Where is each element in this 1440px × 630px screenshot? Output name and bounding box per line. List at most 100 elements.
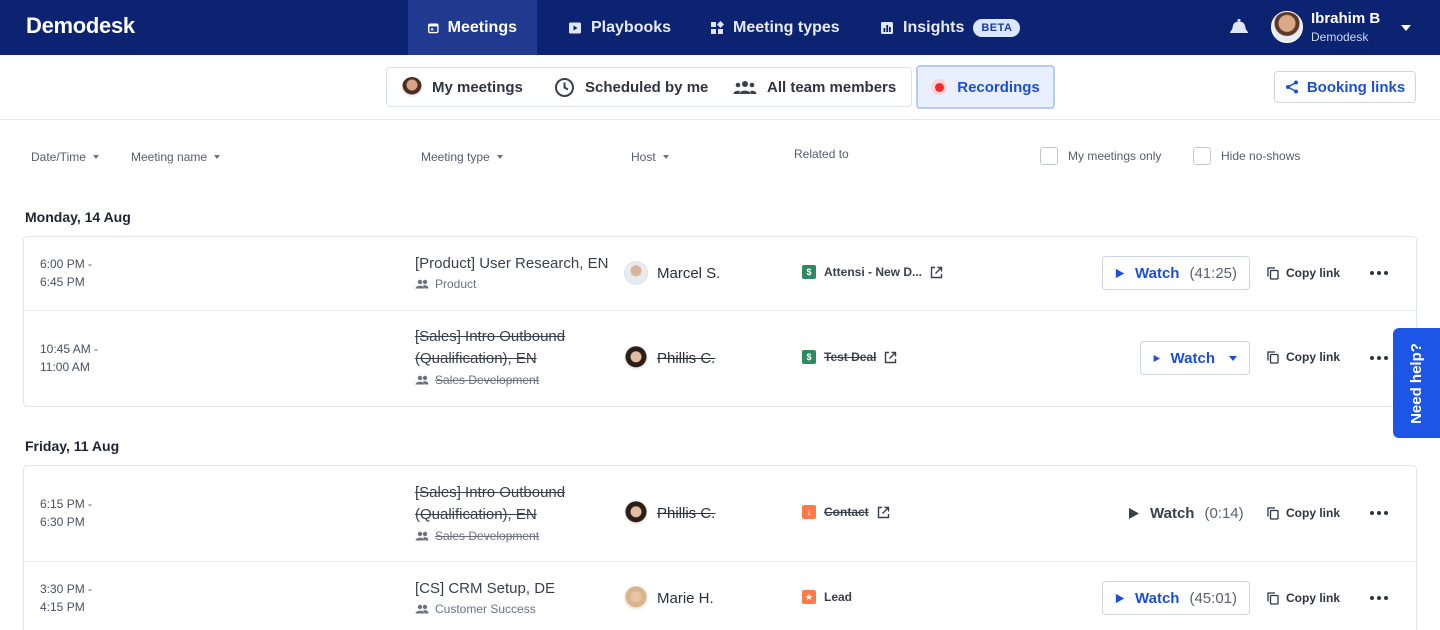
watch-button[interactable]: Watch (0:14) bbox=[1115, 496, 1257, 530]
chart-icon bbox=[881, 21, 893, 34]
meeting-host: Phillis C. bbox=[624, 346, 715, 370]
meetings-subnav: My meetings Scheduled by me All team mem… bbox=[0, 55, 1440, 120]
meeting-title[interactable]: [Sales] Intro Outbound (Qualification), E… bbox=[415, 482, 610, 526]
copy-icon bbox=[1267, 506, 1279, 520]
caret-down-icon bbox=[496, 155, 503, 159]
time-start: 10:45 AM - bbox=[40, 342, 99, 356]
related-label: Attensi - New D... bbox=[824, 265, 923, 279]
related-label: Contact bbox=[824, 505, 869, 519]
host-name: Phillis C. bbox=[657, 349, 716, 367]
tab-label: All team members bbox=[767, 78, 897, 96]
external-link-icon[interactable] bbox=[930, 266, 943, 279]
tab-label: My meetings bbox=[432, 78, 523, 96]
meeting-type-label: Product bbox=[435, 277, 477, 291]
related-record[interactable]: ★ Lead bbox=[802, 590, 852, 604]
time-end: 11:00 AM bbox=[40, 360, 90, 374]
time-start: 6:15 PM - bbox=[40, 497, 93, 511]
meeting-time: 3:30 PM - 4:15 PM bbox=[40, 580, 92, 616]
tab-my-meetings[interactable]: My meetings bbox=[402, 67, 523, 107]
people-icon bbox=[415, 604, 429, 614]
title-line: (Qualification), EN bbox=[415, 350, 537, 367]
day-heading: Monday, 14 Aug bbox=[25, 209, 131, 225]
hide-no-shows-checkbox[interactable] bbox=[1193, 147, 1211, 165]
copy-icon bbox=[1267, 266, 1279, 280]
deal-icon: $ bbox=[802, 265, 816, 279]
time-end: 6:30 PM bbox=[40, 515, 85, 529]
tab-all-team-members[interactable]: All team members bbox=[733, 67, 896, 107]
top-nav: Demodesk Meetings Playbooks Meeting type… bbox=[0, 0, 1440, 55]
recording-duration: (0:14) bbox=[1204, 504, 1244, 522]
play-icon bbox=[1115, 593, 1125, 603]
time-start: 3:30 PM - bbox=[40, 582, 93, 596]
share-icon bbox=[1285, 80, 1298, 94]
row-divider bbox=[24, 561, 1416, 562]
meeting-title[interactable]: [Sales] Intro Outbound (Qualification), E… bbox=[415, 326, 610, 370]
time-end: 6:45 PM bbox=[40, 275, 85, 289]
watch-button[interactable]: Watch (41:25) bbox=[1102, 256, 1250, 290]
nav-tab-label: Meeting types bbox=[733, 18, 840, 36]
bell-icon[interactable] bbox=[1228, 18, 1250, 36]
watch-button[interactable]: Watch (45:01) bbox=[1102, 581, 1250, 615]
nav-tab-label: Playbooks bbox=[591, 18, 672, 36]
need-help-button[interactable]: Need help? bbox=[1393, 328, 1440, 438]
copy-link-label: Copy link bbox=[1286, 350, 1341, 364]
play-icon bbox=[1129, 507, 1139, 519]
filter-meeting-type[interactable]: Meeting type bbox=[421, 150, 503, 164]
copy-link-button[interactable]: Copy link bbox=[1267, 266, 1340, 280]
tab-label: Recordings bbox=[957, 78, 1040, 96]
more-options-icon[interactable] bbox=[1370, 356, 1388, 360]
caret-down-icon bbox=[662, 155, 669, 159]
sort-date-time[interactable]: Date/Time bbox=[31, 150, 99, 164]
copy-link-label: Copy link bbox=[1286, 591, 1341, 605]
meeting-type-label: Sales Development bbox=[435, 373, 540, 387]
my-meetings-only-toggle[interactable]: My meetings only bbox=[1040, 147, 1161, 165]
copy-icon bbox=[1267, 350, 1279, 364]
hide-no-shows-toggle[interactable]: Hide no-shows bbox=[1193, 147, 1300, 165]
checkbox-label: Hide no-shows bbox=[1221, 149, 1301, 163]
tab-recordings[interactable]: Recordings bbox=[916, 65, 1055, 109]
time-start: 6:00 PM - bbox=[40, 257, 93, 271]
nav-tab-insights[interactable]: Insights BETA bbox=[860, 0, 1040, 55]
related-record[interactable]: $ Attensi - New D... bbox=[802, 265, 943, 279]
nav-tab-playbooks[interactable]: Playbooks bbox=[548, 0, 691, 55]
lead-icon: ★ bbox=[802, 590, 816, 604]
filter-host[interactable]: Host bbox=[631, 150, 669, 164]
related-record[interactable]: $ Test Deal bbox=[802, 350, 897, 364]
copy-link-button[interactable]: Copy link bbox=[1267, 506, 1340, 520]
filter-meeting-name[interactable]: Meeting name bbox=[131, 150, 221, 164]
tab-scheduled-by-me[interactable]: Scheduled by me bbox=[554, 67, 708, 107]
record-dot-icon bbox=[931, 79, 948, 95]
more-options-icon[interactable] bbox=[1370, 271, 1388, 275]
copy-link-button[interactable]: Copy link bbox=[1267, 350, 1340, 364]
play-icon bbox=[1153, 354, 1160, 362]
watch-dropdown-button[interactable]: Watch bbox=[1140, 341, 1250, 375]
nav-tab-meetings[interactable]: Meetings bbox=[408, 0, 537, 55]
meeting-title[interactable]: [Product] User Research, EN bbox=[415, 253, 610, 275]
app-logo[interactable]: Demodesk bbox=[26, 13, 135, 39]
related-record[interactable]: ↓ Contact bbox=[802, 505, 890, 519]
contact-icon: ↓ bbox=[802, 505, 816, 519]
my-meetings-only-checkbox[interactable] bbox=[1040, 147, 1058, 165]
user-avatar[interactable] bbox=[1271, 11, 1303, 43]
user-name[interactable]: Ibrahim B bbox=[1311, 10, 1380, 27]
related-label: Test Deal bbox=[824, 350, 877, 364]
external-link-icon[interactable] bbox=[884, 351, 897, 364]
row-divider bbox=[24, 310, 1416, 311]
meeting-type: Sales Development bbox=[415, 529, 539, 543]
people-icon bbox=[415, 375, 429, 385]
copy-link-button[interactable]: Copy link bbox=[1267, 591, 1340, 605]
deal-icon: $ bbox=[802, 350, 816, 364]
booking-links-button[interactable]: Booking links bbox=[1274, 71, 1416, 103]
copy-link-label: Copy link bbox=[1286, 266, 1341, 280]
chevron-down-icon[interactable] bbox=[1401, 25, 1411, 31]
meeting-title[interactable]: [CS] CRM Setup, DE bbox=[415, 578, 610, 600]
external-link-icon[interactable] bbox=[877, 506, 890, 519]
person-avatar bbox=[402, 77, 422, 97]
filter-label: Related to bbox=[794, 147, 849, 161]
meeting-host: Phillis C. bbox=[624, 501, 715, 525]
more-options-icon[interactable] bbox=[1370, 596, 1388, 600]
filter-related-to: Related to bbox=[794, 147, 849, 161]
nav-tab-meeting-types[interactable]: Meeting types bbox=[690, 0, 860, 55]
recording-duration: (41:25) bbox=[1189, 264, 1237, 282]
more-options-icon[interactable] bbox=[1370, 511, 1388, 515]
